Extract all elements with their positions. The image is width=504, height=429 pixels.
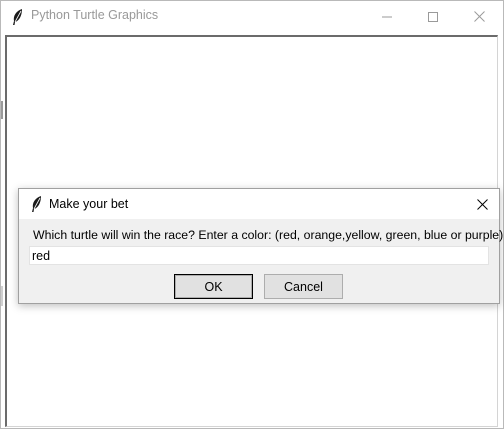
feather-icon bbox=[13, 9, 22, 25]
close-icon bbox=[473, 11, 485, 22]
maximize-icon bbox=[428, 11, 438, 22]
ok-button[interactable]: OK bbox=[174, 274, 253, 299]
main-titlebar[interactable]: Python Turtle Graphics bbox=[1, 1, 503, 32]
cancel-button[interactable]: Cancel bbox=[264, 274, 343, 299]
bet-input[interactable] bbox=[29, 246, 489, 265]
close-icon bbox=[476, 198, 488, 210]
window-edge-mark bbox=[1, 101, 3, 119]
window-edge-mark bbox=[1, 286, 3, 306]
close-button[interactable] bbox=[456, 1, 502, 32]
dialog-prompt: Which turtle will win the race? Enter a … bbox=[33, 228, 504, 242]
minimize-icon bbox=[382, 16, 392, 17]
bet-dialog: Make your bet Which turtle will win the … bbox=[18, 188, 504, 304]
dialog-titlebar[interactable]: Make your bet bbox=[19, 189, 499, 219]
feather-icon bbox=[32, 196, 41, 212]
dialog-close-button[interactable] bbox=[465, 189, 499, 219]
window-title: Python Turtle Graphics bbox=[31, 8, 159, 22]
minimize-button[interactable] bbox=[364, 1, 410, 32]
dialog-title: Make your bet bbox=[49, 197, 129, 211]
maximize-button[interactable] bbox=[410, 1, 456, 32]
